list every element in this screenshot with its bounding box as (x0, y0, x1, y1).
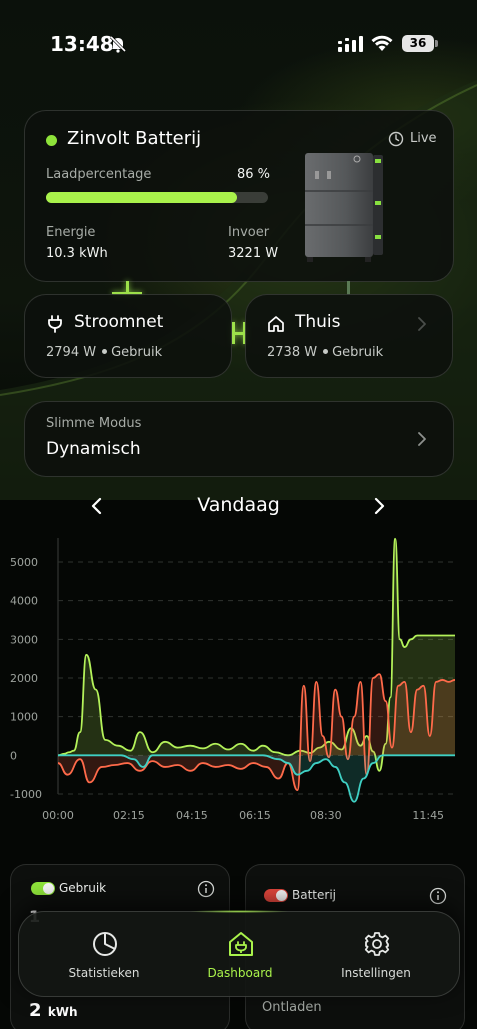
chart-y-tick-label: 0 (10, 749, 17, 762)
cellular-signal-icon (338, 36, 363, 52)
usage-stat-title: Gebruik (59, 881, 107, 895)
grid-card-unit-label: Gebruik (111, 345, 163, 360)
battery-unit-image (305, 153, 383, 262)
chart-x-tick-label: 11:45 (412, 809, 444, 822)
grid-card-value: 2794 W (46, 345, 97, 360)
chart-x-tick-label: 06:15 (239, 809, 271, 822)
usage-bottom-number: 2 (29, 1000, 42, 1021)
charge-value: 86 % (237, 167, 271, 182)
input-value: 3221 W (228, 246, 279, 261)
tab-settings-label: Instellingen (341, 966, 411, 980)
next-day-button[interactable] (370, 496, 388, 516)
home-card-unit-label: Gebruik (332, 345, 384, 360)
input-label: Invoer (228, 225, 270, 240)
smart-mode-label: Slimme Modus (46, 416, 142, 431)
grid-card-title: Stroomnet (74, 312, 164, 332)
tab-statistics[interactable]: Statistieken (34, 912, 174, 998)
battery-bottom-label: Ontladen (262, 1000, 322, 1015)
info-icon[interactable] (197, 880, 215, 898)
smart-mode-card[interactable]: Slimme Modus Dynamisch (24, 401, 454, 477)
online-indicator (46, 135, 57, 146)
plug-icon (48, 315, 62, 333)
power-chart[interactable]: 5000 4000 3000 2000 1000 0 -1000 00:00 02:15 04:… (0, 530, 477, 830)
energy-label: Energie (46, 225, 96, 240)
battery-status-tip (435, 40, 438, 47)
home-card[interactable]: Thuis 2738 W Gebruik (245, 294, 453, 378)
tab-statistics-label: Statistieken (68, 966, 140, 980)
chart-x-tick-label: 08:30 (310, 809, 342, 822)
live-label: Live (410, 131, 437, 146)
chart-x-tick-label: 00:00 (42, 809, 74, 822)
chart-y-tick-label: 5000 (10, 556, 38, 569)
separator-dot (102, 349, 108, 354)
home-card-title: Thuis (295, 312, 341, 332)
chart-y-tick-label: 1000 (10, 711, 38, 724)
date-navigation: Vandaag (0, 490, 477, 524)
chart-y-tick-label: 4000 (10, 595, 38, 608)
wifi-icon (371, 35, 393, 51)
battery-card[interactable]: Zinvolt Batterij Live Laadpercentage 86 … (24, 110, 454, 282)
chart-x-tick-label: 04:15 (176, 809, 208, 822)
home-plug-icon (229, 932, 253, 956)
gear-icon (364, 932, 390, 956)
battery-card-title: Zinvolt Batterij (67, 128, 202, 149)
battery-status-icon: 36 (402, 35, 438, 52)
battery-toggle[interactable] (264, 889, 288, 902)
battery-status-level: 36 (402, 35, 434, 52)
charge-progress-fill (46, 192, 237, 203)
usage-toggle[interactable] (31, 882, 55, 895)
chevron-right-icon (418, 432, 426, 446)
date-label: Vandaag (197, 494, 280, 516)
usage-bottom-unit: kWh (47, 1005, 78, 1019)
chart-y-ticks: 5000 4000 3000 2000 1000 0 -1000 (10, 556, 42, 801)
chart-y-tick-label: -1000 (10, 788, 42, 801)
bell-off-icon (109, 35, 127, 53)
tab-dashboard[interactable]: Dashboard (170, 912, 310, 998)
charge-label: Laadpercentage (46, 167, 152, 182)
status-bar: 13:48 36 (0, 0, 477, 88)
chart-series (57, 537, 456, 803)
home-card-value: 2738 W (267, 345, 318, 360)
chart-y-tick-label: 2000 (10, 672, 38, 685)
separator-dot (323, 349, 329, 354)
connector-battery-home (347, 281, 350, 295)
grid-card[interactable]: Stroomnet 2794 W Gebruik (24, 294, 232, 378)
tab-settings[interactable]: Instellingen (306, 912, 446, 998)
chart-y-tick-label: 3000 (10, 633, 38, 646)
status-time: 13:48 (50, 32, 114, 56)
pie-chart-icon (93, 932, 117, 956)
energy-value: 10.3 kWh (46, 246, 108, 261)
toggle-knob (276, 890, 287, 901)
chart-x-ticks: 00:00 02:15 04:15 06:15 08:30 11:45 (42, 809, 444, 822)
chart-x-tick-label: 02:15 (113, 809, 145, 822)
clock-icon (388, 131, 404, 147)
tab-dashboard-label: Dashboard (207, 966, 273, 980)
info-icon[interactable] (429, 887, 447, 905)
home-card-subtitle: 2738 W Gebruik (267, 345, 383, 360)
usage-bottom-value: 2 kWh (29, 1000, 78, 1021)
connector-grid-home-cap-left (232, 322, 235, 344)
chevron-right-icon (418, 317, 426, 331)
grid-card-subtitle: 2794 W Gebruik (46, 345, 162, 360)
home-icon (268, 316, 284, 332)
toggle-knob (43, 883, 54, 894)
charge-progress-bar (46, 192, 268, 203)
smart-mode-value: Dynamisch (46, 439, 141, 459)
battery-stat-title: Batterij (292, 888, 336, 902)
bottom-navigation: Statistieken Dashboard Instellingen (18, 910, 460, 998)
